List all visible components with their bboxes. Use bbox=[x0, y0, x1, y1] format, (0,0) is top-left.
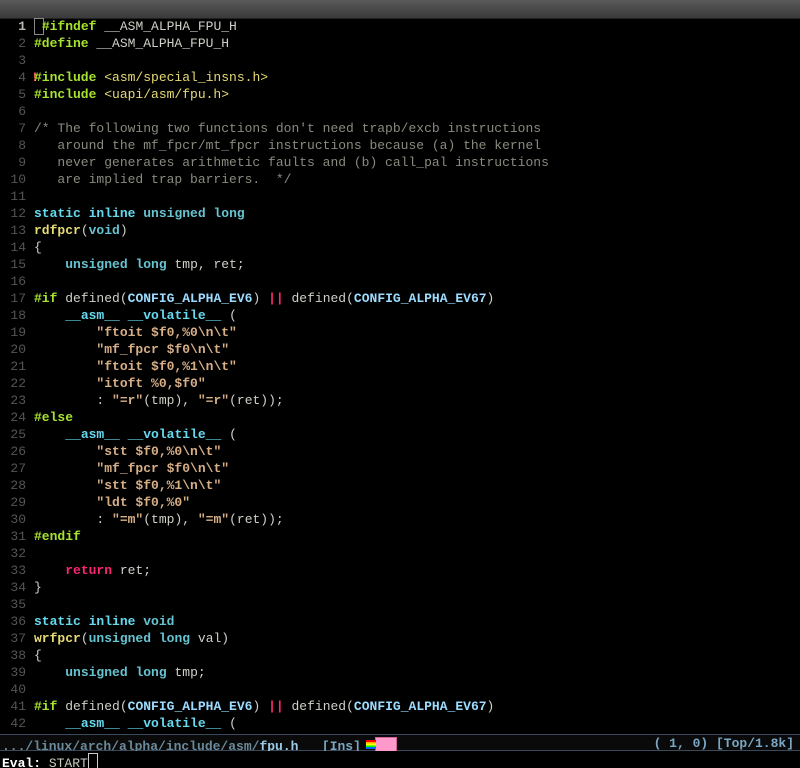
code-line[interactable]: } bbox=[34, 579, 800, 596]
line-number: 15 bbox=[0, 256, 26, 273]
line-number: 36 bbox=[0, 613, 26, 630]
line-number: 40 bbox=[0, 681, 26, 698]
code-line[interactable]: __asm__ __volatile__ ( bbox=[34, 715, 800, 732]
code-line[interactable]: __asm__ __volatile__ ( bbox=[34, 426, 800, 443]
code-line[interactable]: #if defined(CONFIG_ALPHA_EV6) || defined… bbox=[34, 698, 800, 715]
line-number: 37 bbox=[0, 630, 26, 647]
minibuffer[interactable]: Eval: START bbox=[0, 751, 800, 768]
line-number: 10 bbox=[0, 171, 26, 188]
window-titlebar[interactable] bbox=[0, 0, 800, 19]
code-line[interactable]: "stt $f0,%0\n\t" bbox=[34, 443, 800, 460]
line-number: 21 bbox=[0, 358, 26, 375]
code-line[interactable] bbox=[34, 545, 800, 562]
line-number: 22 bbox=[0, 375, 26, 392]
code-line[interactable]: "itoft %0,$f0" bbox=[34, 375, 800, 392]
code-line[interactable]: { bbox=[34, 239, 800, 256]
code-line[interactable]: never generates arithmetic faults and (b… bbox=[34, 154, 800, 171]
code-line[interactable]: "ftoit $f0,%0\n\t" bbox=[34, 324, 800, 341]
minibuffer-prompt: Eval: bbox=[2, 756, 41, 768]
line-number: 29 bbox=[0, 494, 26, 511]
code-line[interactable]: static inline void bbox=[34, 613, 800, 630]
line-number: 1 bbox=[0, 18, 26, 35]
line-number: 13 bbox=[0, 222, 26, 239]
line-number: 26 bbox=[0, 443, 26, 460]
code-line[interactable]: /* The following two functions don't nee… bbox=[34, 120, 800, 137]
line-number: 23 bbox=[0, 392, 26, 409]
code-line[interactable]: around the mf_fpcr/mt_fpcr instructions … bbox=[34, 137, 800, 154]
line-number: 28 bbox=[0, 477, 26, 494]
line-number: 18 bbox=[0, 307, 26, 324]
code-line[interactable] bbox=[34, 596, 800, 613]
code-line[interactable]: #ifndef __ASM_ALPHA_FPU_H bbox=[34, 18, 800, 35]
code-line[interactable]: #if defined(CONFIG_ALPHA_EV6) || defined… bbox=[34, 290, 800, 307]
line-number: 8 bbox=[0, 137, 26, 154]
line-number-gutter: 1234567891011121314151617181920212223242… bbox=[0, 18, 30, 766]
code-line[interactable]: static inline unsigned long bbox=[34, 205, 800, 222]
line-number: 3 bbox=[0, 52, 26, 69]
line-number: 9 bbox=[0, 154, 26, 171]
code-line[interactable] bbox=[34, 52, 800, 69]
code-line[interactable]: return ret; bbox=[34, 562, 800, 579]
line-number: 7 bbox=[0, 120, 26, 137]
line-number: 42 bbox=[0, 715, 26, 732]
code-line[interactable]: { bbox=[34, 647, 800, 664]
minibuffer-input[interactable]: START bbox=[41, 756, 88, 768]
code-line[interactable]: "ldt $f0,%0" bbox=[34, 494, 800, 511]
line-number: 17 bbox=[0, 290, 26, 307]
code-line[interactable]: : "=r"(tmp), "=r"(ret)); bbox=[34, 392, 800, 409]
code-line[interactable]: __asm__ __volatile__ ( bbox=[34, 307, 800, 324]
code-editor[interactable]: 1234567891011121314151617181920212223242… bbox=[0, 18, 800, 734]
line-number: 14 bbox=[0, 239, 26, 256]
code-line[interactable]: #include <uapi/asm/fpu.h> bbox=[34, 86, 800, 103]
line-number: 19 bbox=[0, 324, 26, 341]
line-number: 6 bbox=[0, 103, 26, 120]
code-line[interactable]: rdfpcr(void) bbox=[34, 222, 800, 239]
editor-window: 1234567891011121314151617181920212223242… bbox=[0, 0, 800, 768]
line-number: 34 bbox=[0, 579, 26, 596]
code-line[interactable]: #include <asm/special_insns.h> bbox=[34, 69, 800, 86]
line-number: 11 bbox=[0, 188, 26, 205]
code-line[interactable] bbox=[34, 273, 800, 290]
code-line[interactable] bbox=[34, 103, 800, 120]
code-line[interactable]: "ftoit $f0,%1\n\t" bbox=[34, 358, 800, 375]
code-line[interactable]: #define __ASM_ALPHA_FPU_H bbox=[34, 35, 800, 52]
line-number: 33 bbox=[0, 562, 26, 579]
code-line[interactable]: "mf_fpcr $f0\n\t" bbox=[34, 341, 800, 358]
nyan-cat-icon bbox=[375, 737, 397, 752]
line-number: 25 bbox=[0, 426, 26, 443]
code-line[interactable] bbox=[34, 681, 800, 698]
mode-line: .../linux/arch/alpha/include/asm/fpu.h [… bbox=[0, 734, 800, 751]
code-line[interactable]: #else bbox=[34, 409, 800, 426]
cursor-position: ( 1, 0) [Top/1.8k] bbox=[654, 735, 794, 752]
line-number: 2 bbox=[0, 35, 26, 52]
code-line[interactable]: are implied trap barriers. */ bbox=[34, 171, 800, 188]
code-line[interactable]: "stt $f0,%1\n\t" bbox=[34, 477, 800, 494]
line-number: 41 bbox=[0, 698, 26, 715]
line-number: 38 bbox=[0, 647, 26, 664]
code-line[interactable]: wrfpcr(unsigned long val) bbox=[34, 630, 800, 647]
line-number: 4 bbox=[0, 69, 26, 86]
code-line[interactable]: "mf_fpcr $f0\n\t" bbox=[34, 460, 800, 477]
line-number: 32 bbox=[0, 545, 26, 562]
code-line[interactable]: unsigned long tmp, ret; bbox=[34, 256, 800, 273]
minibuffer-cursor-icon bbox=[88, 753, 98, 768]
line-number: 35 bbox=[0, 596, 26, 613]
line-number: 20 bbox=[0, 341, 26, 358]
line-number: 31 bbox=[0, 528, 26, 545]
line-number: 30 bbox=[0, 511, 26, 528]
code-area[interactable]: #ifndef __ASM_ALPHA_FPU_H#define __ASM_A… bbox=[34, 18, 800, 766]
line-number: 24 bbox=[0, 409, 26, 426]
line-number: 39 bbox=[0, 664, 26, 681]
code-line[interactable]: : "=m"(tmp), "=m"(ret)); bbox=[34, 511, 800, 528]
line-number: 5 bbox=[0, 86, 26, 103]
line-number: 12 bbox=[0, 205, 26, 222]
code-line[interactable]: #endif bbox=[34, 528, 800, 545]
line-number: 27 bbox=[0, 460, 26, 477]
code-line[interactable]: unsigned long tmp; bbox=[34, 664, 800, 681]
code-line[interactable] bbox=[34, 188, 800, 205]
line-number: 16 bbox=[0, 273, 26, 290]
